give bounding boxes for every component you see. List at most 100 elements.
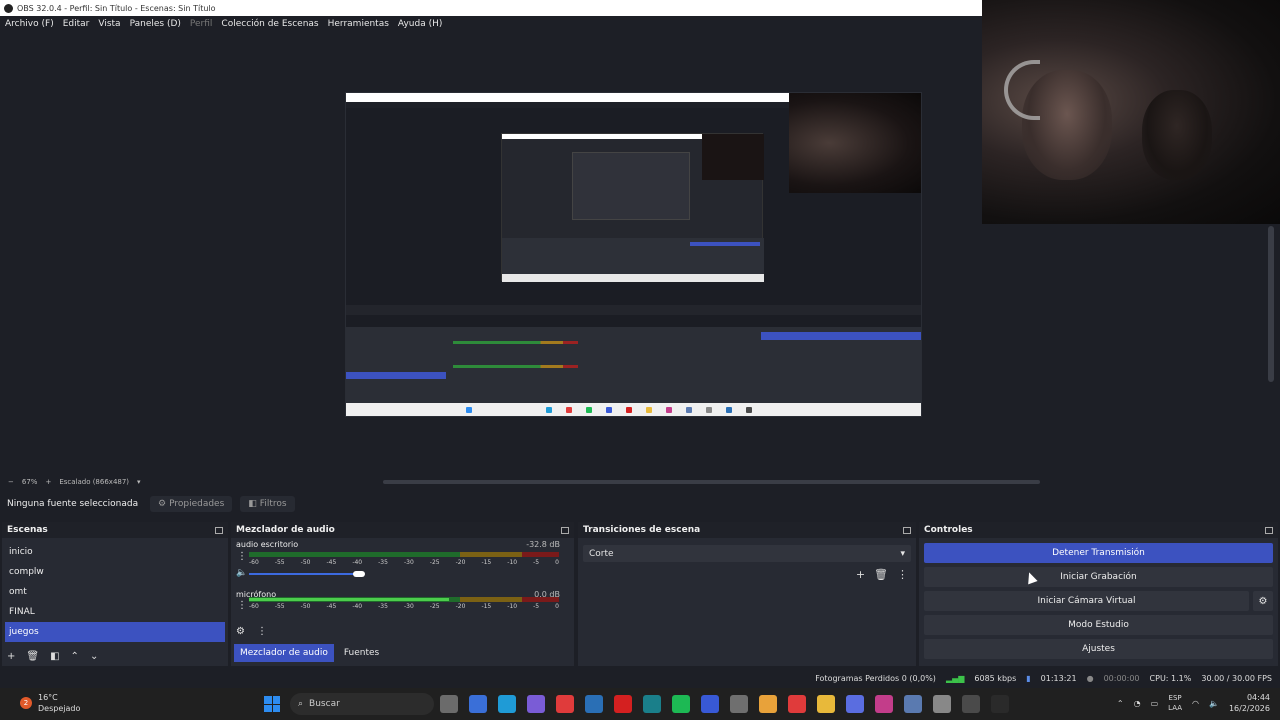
taskbar-clock[interactable]: 04:44 16/2/2026 xyxy=(1229,692,1270,714)
taskbar-app-icon[interactable] xyxy=(846,695,864,713)
scene-item-selected[interactable]: juegos xyxy=(5,622,225,642)
menu-vista[interactable]: Vista xyxy=(98,19,120,29)
webcam-person-background xyxy=(1142,90,1212,180)
nested-webcam xyxy=(702,134,764,180)
menu-archivo[interactable]: Archivo (F) xyxy=(5,19,54,29)
taskbar-app-icon[interactable] xyxy=(440,695,458,713)
preview-horizontal-scrollbar[interactable] xyxy=(383,480,1040,484)
tab-audio-mixer[interactable]: Mezclador de audio xyxy=(234,644,334,662)
taskbar-app-icon[interactable] xyxy=(904,695,922,713)
filters-button[interactable]: ◧ Filtros xyxy=(240,496,295,512)
studio-mode-button[interactable]: Modo Estudio xyxy=(924,615,1273,635)
taskbar-app-icon[interactable] xyxy=(962,695,980,713)
taskbar-app-icon[interactable] xyxy=(817,695,835,713)
windows-taskbar: 2 16°C Despejado ⌕ Buscar ⌃ ◔ ▭ ESP LAA … xyxy=(0,688,1280,720)
trash-icon[interactable]: 🗑 xyxy=(26,651,39,662)
volume-slider[interactable] xyxy=(249,573,359,575)
undock-icon[interactable] xyxy=(215,526,223,534)
scene-item[interactable]: complw xyxy=(2,562,228,582)
transition-select[interactable]: Corte ▾ xyxy=(583,545,911,562)
taskbar-app-icon[interactable] xyxy=(933,695,951,713)
add-icon[interactable]: + xyxy=(7,651,15,662)
weather-widget[interactable]: 2 16°C Despejado xyxy=(20,692,80,714)
filter-icon[interactable]: ◧ xyxy=(50,651,59,662)
taskbar-app-icon[interactable] xyxy=(643,695,661,713)
scale-dropdown-icon[interactable]: ▾ xyxy=(137,478,141,486)
properties-button[interactable]: ⚙ Propiedades xyxy=(150,496,233,512)
clock-date: 16/2/2026 xyxy=(1228,704,1270,713)
system-tray: ⌃ ◔ ▭ ESP LAA ◠ 🔈 04:44 16/2/2026 xyxy=(1117,692,1270,714)
chevron-up-icon[interactable]: ⌃ xyxy=(1117,699,1124,708)
battery-icon[interactable]: ▭ xyxy=(1151,699,1159,708)
undock-icon[interactable] xyxy=(1265,526,1273,534)
taskbar-app-icon[interactable] xyxy=(701,695,719,713)
taskbar-app-icon[interactable] xyxy=(527,695,545,713)
zoom-out-button[interactable]: − xyxy=(8,478,14,486)
controls-title: Controles xyxy=(924,525,973,535)
undock-icon[interactable] xyxy=(903,526,911,534)
language-indicator[interactable]: ESP LAA xyxy=(1168,693,1182,713)
start-virtual-cam-button[interactable]: Iniciar Cámara Virtual xyxy=(924,591,1249,611)
taskbar-app-icon[interactable] xyxy=(875,695,893,713)
scene-list: inicio complw omt FINAL juegos xyxy=(2,542,228,642)
taskbar-app-icon[interactable] xyxy=(498,695,516,713)
network-icon[interactable]: ◔ xyxy=(1134,699,1141,708)
live-icon: ▮ xyxy=(1026,673,1031,683)
taskbar-app-icon[interactable] xyxy=(614,695,632,713)
menu-herramientas[interactable]: Herramientas xyxy=(328,19,389,29)
taskbar-app-icon[interactable] xyxy=(469,695,487,713)
channel-db: -32.8 dB xyxy=(526,540,560,549)
stop-stream-button[interactable]: Detener Transmisión xyxy=(924,543,1273,563)
filter-icon: ◧ xyxy=(248,499,257,509)
scene-item[interactable]: omt xyxy=(2,582,228,602)
settings-button[interactable]: Ajustes xyxy=(924,639,1273,659)
menu-coleccion[interactable]: Colección de Escenas xyxy=(221,19,318,29)
volume-meter-level xyxy=(249,598,449,601)
taskbar-app-icon[interactable] xyxy=(759,695,777,713)
gear-icon[interactable]: ⚙ xyxy=(236,626,245,637)
headset-image xyxy=(1004,60,1040,120)
menu-editar[interactable]: Editar xyxy=(63,19,90,29)
wifi-icon[interactable]: ◠ xyxy=(1192,699,1199,708)
kebab-menu-icon[interactable]: ⋮ xyxy=(257,626,267,637)
taskbar-app-icon[interactable] xyxy=(556,695,574,713)
taskbar-app-icon[interactable] xyxy=(991,695,1009,713)
taskbar-search[interactable]: ⌕ Buscar xyxy=(290,693,434,715)
trash-icon[interactable]: 🗑 xyxy=(874,568,888,581)
live-time: 01:13:21 xyxy=(1040,673,1077,683)
preview-nested-capture xyxy=(501,133,764,282)
program-preview[interactable] xyxy=(345,92,922,417)
taskbar-app-icon[interactable] xyxy=(585,695,603,713)
chevron-up-icon[interactable]: ⌃ xyxy=(71,651,79,662)
windows-start-icon[interactable] xyxy=(264,696,280,712)
meter-scale: -60 -55 -50 -45 -40 -35 -30 -25 -20 -15 -10 -5 0 xyxy=(249,559,559,566)
bitrate: 6085 kbps xyxy=(974,673,1017,683)
scenes-title: Escenas xyxy=(7,525,48,535)
undock-icon[interactable] xyxy=(561,526,569,534)
menu-perfil[interactable]: Perfil xyxy=(190,19,213,29)
virtual-cam-settings-gear-icon[interactable]: ⚙ xyxy=(1253,591,1273,611)
kebab-menu-icon[interactable]: ⋮ xyxy=(897,568,908,581)
preview-inner-taskbar xyxy=(346,403,921,416)
scene-item[interactable]: inicio xyxy=(2,542,228,562)
volume-icon[interactable]: 🔈 xyxy=(1209,699,1219,708)
speaker-icon[interactable]: 🔈 xyxy=(236,568,247,578)
kebab-menu-icon[interactable]: ⋮ xyxy=(237,551,247,562)
tab-sources[interactable]: Fuentes xyxy=(338,644,385,662)
zoom-in-button[interactable]: + xyxy=(45,478,51,486)
menu-ayuda[interactable]: Ayuda (H) xyxy=(398,19,442,29)
kebab-menu-icon[interactable]: ⋮ xyxy=(237,600,247,611)
taskbar-app-icon[interactable] xyxy=(788,695,806,713)
preview-vertical-scrollbar[interactable] xyxy=(1268,226,1274,382)
scene-item[interactable]: FINAL xyxy=(2,602,228,622)
scale-label: Escalado (866x487) xyxy=(59,478,130,486)
taskbar-app-icon[interactable] xyxy=(672,695,690,713)
add-icon[interactable]: + xyxy=(856,568,865,581)
gear-icon: ⚙ xyxy=(158,499,167,509)
menu-paneles[interactable]: Paneles (D) xyxy=(130,19,181,29)
volume-slider-handle[interactable] xyxy=(353,571,365,577)
chevron-down-icon[interactable]: ⌄ xyxy=(90,651,98,662)
taskbar-app-icon[interactable] xyxy=(730,695,748,713)
start-recording-button[interactable]: Iniciar Grabación xyxy=(924,567,1273,587)
preview-inner-titlebar xyxy=(346,93,789,102)
